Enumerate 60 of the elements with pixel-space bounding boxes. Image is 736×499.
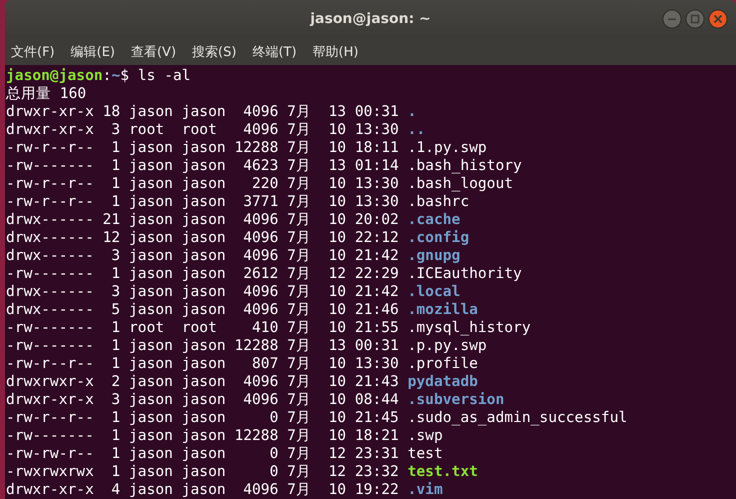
file-name: .swp: [408, 427, 443, 445]
file-name: .vim: [408, 481, 443, 499]
file-name: ..: [408, 121, 426, 139]
listing-text: drwx------ 21 jason jason 4096 7月 10 20:02: [6, 211, 399, 229]
menu-item[interactable]: 文件(F): [11, 42, 55, 60]
file-name: .1.py.swp: [408, 139, 487, 157]
listing-text: drwx------ 12 jason jason 4096 7月 10 22:12: [6, 229, 399, 247]
listing-text: drwxr-xr-x 3 jason jason 4096 7月 10 08:44: [6, 391, 399, 409]
file-name: .bashrc: [408, 193, 470, 211]
listing-text: -rw-r--r-- 1 jason jason 807 7月 10 13:30: [6, 355, 399, 373]
prompt-path: ~: [111, 67, 120, 85]
file-name: test.txt: [408, 463, 478, 481]
file-name: pydatadb: [408, 373, 478, 391]
total-text: 总用量 160: [6, 85, 86, 103]
listing-text: -rw-r--r-- 1 jason jason 12288 7月 10 18:11: [6, 139, 399, 157]
listing-text: -rw------- 1 root root 410 7月 10 21:55: [6, 319, 399, 337]
file-name: .mozilla: [408, 301, 478, 319]
file-name: .bash_logout: [408, 175, 514, 193]
file-name: test: [408, 445, 443, 463]
prompt-user-host: jason@jason: [6, 67, 103, 85]
menu-item[interactable]: 帮助(H): [312, 42, 358, 60]
listing-text: -rw-rw-r-- 1 jason jason 0 7月 12 23:31: [6, 445, 399, 463]
file-name: .bash_history: [408, 157, 522, 175]
listing-text: -rwxrwxrwx 1 jason jason 0 7月 12 23:32: [6, 463, 399, 481]
file-name: .mysql_history: [408, 319, 531, 337]
listing-text: drwxr-xr-x 18 jason jason 4096 7月 13 00:31: [6, 103, 399, 121]
listing-text: -rw------- 1 jason jason 12288 7月 10 18:21: [6, 427, 399, 445]
listing-text: -rw------- 1 jason jason 2612 7月 12 22:29: [6, 265, 399, 283]
prompt-separator: :: [102, 67, 112, 85]
minimize-button[interactable]: [662, 9, 682, 29]
listing-text: drwxr-xr-x 4 jason jason 4096 7月 10 19:22: [6, 481, 399, 499]
file-name: .config: [408, 229, 470, 247]
menu-item[interactable]: 终端(T): [252, 42, 297, 60]
file-name: .profile: [408, 355, 478, 373]
file-name: .sudo_as_admin_successful: [408, 409, 628, 427]
command-text: ls -al: [138, 67, 191, 85]
listing-text: drwx------ 5 jason jason 4096 7月 10 21:46: [6, 301, 399, 319]
maximize-button[interactable]: [685, 9, 705, 29]
file-name: .ICEauthority: [408, 265, 522, 283]
listing-text: drwx------ 3 jason jason 4096 7月 10 21:42: [6, 283, 399, 301]
listing-text: -rw-r--r-- 1 jason jason 220 7月 10 13:30: [6, 175, 399, 193]
menu-item[interactable]: 查看(V): [130, 42, 176, 60]
menu-item[interactable]: 搜索(S): [192, 42, 236, 60]
menu-item[interactable]: 编辑(E): [70, 42, 115, 60]
listing-text: drwxr-xr-x 3 root root 4096 7月 10 13:30: [6, 121, 399, 139]
file-name: .: [408, 103, 416, 121]
listing-text: drwxrwxr-x 2 jason jason 4096 7月 10 21:43: [6, 373, 399, 391]
listing-text: -rw-r--r-- 1 jason jason 3771 7月 10 13:30: [6, 193, 399, 211]
file-name: .subversion: [408, 391, 504, 409]
window-title: jason@jason: ~: [310, 11, 431, 27]
file-name: .cache: [408, 211, 460, 229]
listing-text: -rw------- 1 jason jason 12288 7月 13 00:31: [6, 337, 399, 355]
prompt-symbol: $: [120, 67, 130, 85]
file-name: .gnupg: [408, 247, 460, 265]
listing-text: -rw-r--r-- 1 jason jason 0 7月 10 21:45: [6, 409, 399, 427]
listing-text: drwx------ 3 jason jason 4096 7月 10 21:42: [6, 247, 399, 265]
close-button[interactable]: [708, 9, 728, 29]
file-name: .local: [408, 283, 460, 301]
file-name: .p.py.swp: [408, 337, 487, 355]
listing-text: -rw------- 1 jason jason 4623 7月 13 01:14: [6, 157, 399, 175]
